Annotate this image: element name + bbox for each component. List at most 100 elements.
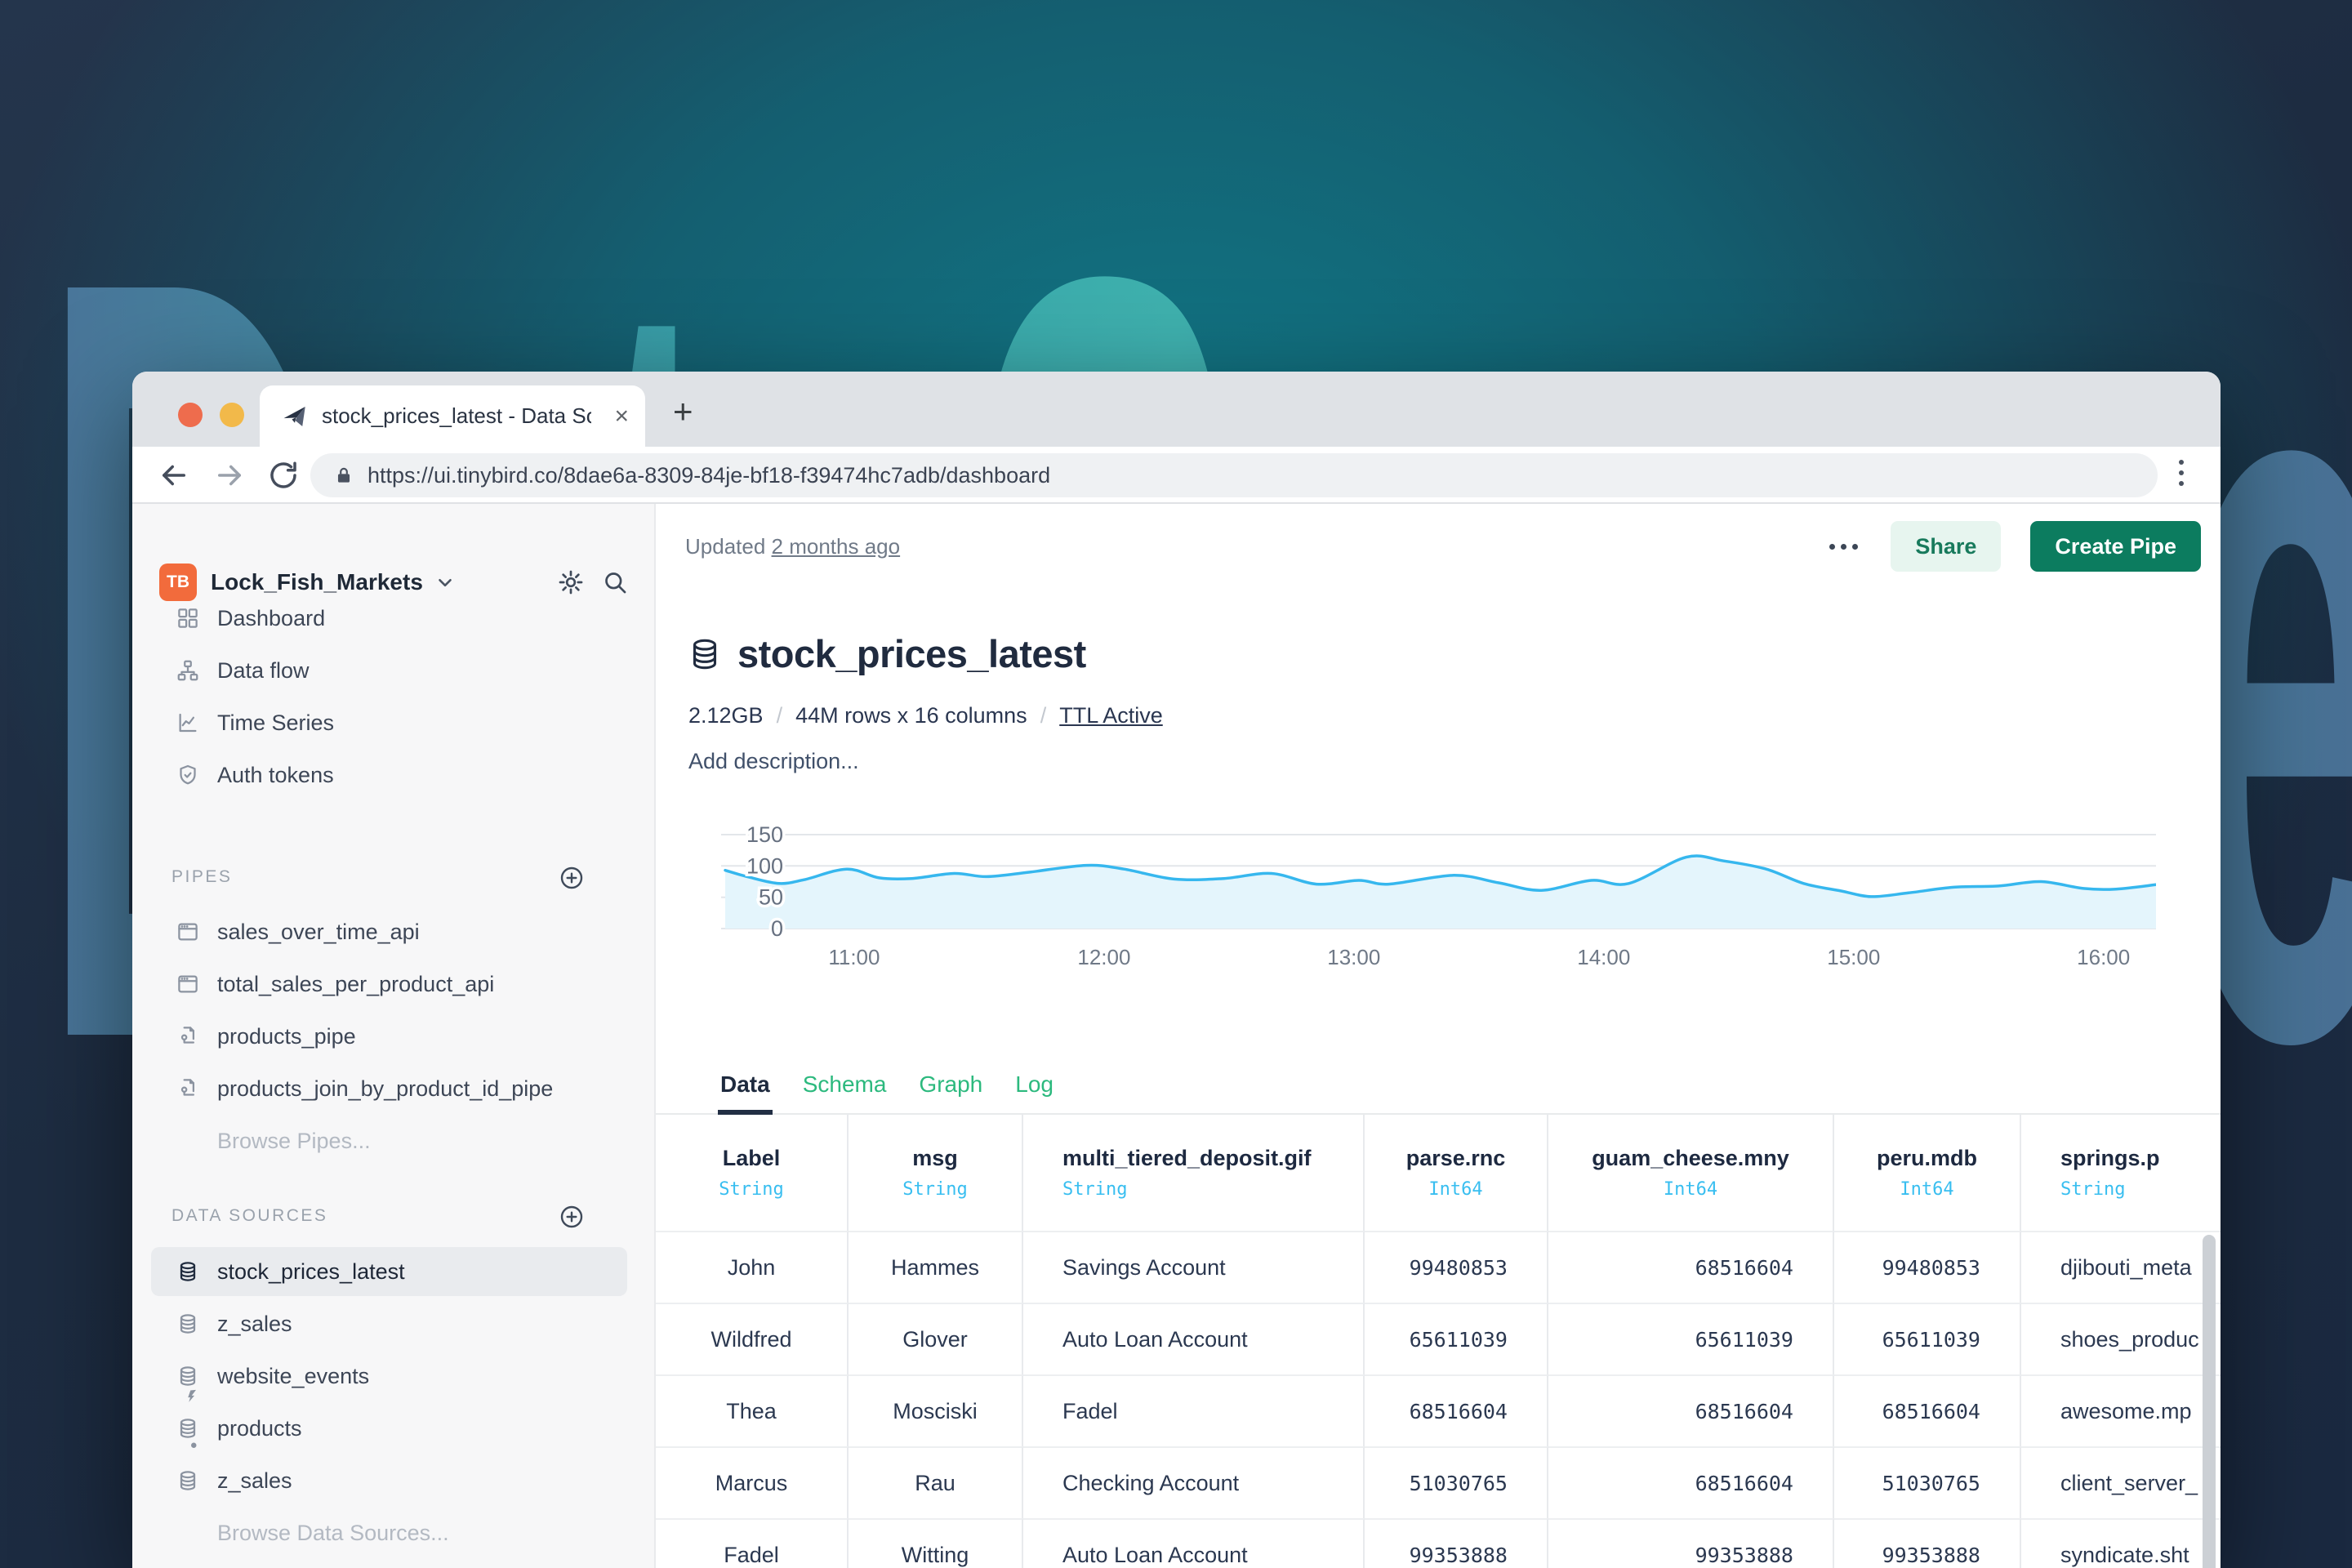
- sidebar-nav-Data flow[interactable]: Data flow: [132, 644, 654, 697]
- sidebar-item-label: website_events: [217, 1364, 369, 1389]
- refresh-icon[interactable]: [266, 458, 301, 492]
- updated-link[interactable]: 2 months ago: [772, 534, 901, 559]
- table-header-row: LabelStringmsgStringmulti_tiered_deposit…: [656, 1115, 2221, 1231]
- browse-pipes-link[interactable]: Browse Pipes...: [132, 1115, 654, 1167]
- table-cell: 68516604: [1548, 1446, 1834, 1518]
- ingestion-chart: 05010015011:0012:0013:0014:0015:0016:00: [685, 813, 2156, 976]
- sidebar-nav: Dashboard Data flow Time Series Auth tokens: [132, 592, 654, 801]
- table-cell: 68516604: [1548, 1374, 1834, 1446]
- table-cell: syndicate.sht: [2021, 1518, 2221, 1568]
- add-pipe-icon[interactable]: [559, 865, 585, 891]
- column-header-multi_tiered_deposit.gif[interactable]: multi_tiered_deposit.gifString: [1023, 1115, 1365, 1231]
- table-scrollbar[interactable]: [2203, 1235, 2216, 1568]
- close-window-button[interactable]: [178, 403, 203, 427]
- column-header-Label[interactable]: LabelString: [656, 1115, 849, 1231]
- sidebar-pipe-products_join_by_product_id_pipe[interactable]: products_join_by_product_id_pipe: [132, 1062, 654, 1115]
- svg-text:12:00: 12:00: [1077, 945, 1130, 969]
- tab-close-icon[interactable]: ×: [614, 404, 629, 429]
- tab-graph[interactable]: Graph: [916, 1056, 985, 1113]
- db-dot-icon: [176, 1416, 200, 1441]
- sidebar-nav-Time Series[interactable]: Time Series: [132, 697, 654, 749]
- detail-tabs: Data Schema Graph Log: [656, 1056, 2221, 1115]
- sidebar: TB Lock_Fish_Markets DashboardDat: [132, 504, 656, 1568]
- column-header-peru.mdb[interactable]: peru.mdbInt64: [1834, 1115, 2021, 1231]
- browser-tab[interactable]: stock_prices_latest - Data Sour ×: [260, 385, 645, 447]
- column-name: parse.rnc: [1406, 1146, 1506, 1171]
- table-cell: Checking Account: [1023, 1446, 1365, 1518]
- pipes-list: sales_over_time_apitotal_sales_per_produ…: [132, 906, 654, 1115]
- table-cell: 51030765: [1834, 1446, 2021, 1518]
- table-cell: 65611039: [1834, 1303, 2021, 1374]
- column-name: guam_cheese.mny: [1592, 1146, 1789, 1171]
- table-cell: client_server_: [2021, 1446, 2221, 1518]
- tab-data[interactable]: Data: [718, 1056, 773, 1113]
- sidebar-item-label: products_pipe: [217, 1024, 356, 1049]
- updated-prefix: Updated: [685, 534, 765, 559]
- database-icon: [687, 636, 723, 672]
- data-preview-table: LabelStringmsgStringmulti_tiered_deposit…: [656, 1115, 2221, 1568]
- sidebar-datasource-website_events[interactable]: website_events: [132, 1350, 654, 1402]
- more-options-icon[interactable]: [1826, 536, 1861, 558]
- sidebar-datasource-z_sales[interactable]: z_sales: [132, 1298, 654, 1350]
- table-row: WildfredGloverAuto Loan Account656110396…: [656, 1303, 2221, 1374]
- forward-icon[interactable]: [212, 458, 247, 492]
- sidebar-pipe-sales_over_time_api[interactable]: sales_over_time_api: [132, 906, 654, 958]
- sidebar-item-label: Time Series: [217, 710, 334, 736]
- ttl-status-link[interactable]: TTL Active: [1059, 703, 1163, 728]
- table-cell: 99353888: [1834, 1518, 2021, 1568]
- sidebar-datasource-stock_prices_latest[interactable]: stock_prices_latest: [132, 1245, 654, 1298]
- svg-text:0: 0: [771, 916, 783, 941]
- new-tab-button[interactable]: +: [673, 396, 693, 427]
- sidebar-item-label: Dashboard: [217, 606, 325, 631]
- sidebar-pipe-total_sales_per_product_api[interactable]: total_sales_per_product_api: [132, 958, 654, 1010]
- add-datasource-icon[interactable]: [559, 1204, 585, 1230]
- browser-window: stock_prices_latest - Data Sour × + http…: [132, 372, 2221, 1568]
- browse-datasources-link[interactable]: Browse Data Sources...: [132, 1507, 654, 1559]
- minimize-window-button[interactable]: [220, 403, 244, 427]
- table-cell: 99353888: [1365, 1518, 1548, 1568]
- svg-text:14:00: 14:00: [1577, 945, 1630, 969]
- db-icon: [176, 1259, 200, 1284]
- sidebar-item-label: z_sales: [217, 1468, 292, 1494]
- table-cell: 65611039: [1365, 1303, 1548, 1374]
- browser-menu-icon[interactable]: [2179, 460, 2184, 486]
- column-header-msg[interactable]: msgString: [849, 1115, 1023, 1231]
- grid-icon: [176, 606, 200, 630]
- share-button[interactable]: Share: [1891, 521, 2001, 572]
- sidebar-nav-Auth tokens[interactable]: Auth tokens: [132, 749, 654, 801]
- sidebar-pipe-products_pipe[interactable]: products_pipe: [132, 1010, 654, 1062]
- sidebar-datasource-products[interactable]: products: [132, 1402, 654, 1454]
- sidebar-item-label: products: [217, 1416, 302, 1441]
- endpoint-icon: [176, 920, 200, 944]
- sidebar-item-label: Auth tokens: [217, 763, 334, 788]
- column-header-springs.p[interactable]: springs.pString: [2021, 1115, 2221, 1231]
- create-pipe-button[interactable]: Create Pipe: [2030, 521, 2201, 572]
- tab-schema[interactable]: Schema: [800, 1056, 889, 1113]
- endpoint-icon: [176, 972, 200, 996]
- table-cell: 99353888: [1548, 1518, 1834, 1568]
- table-row: TheaMosciskiFadel68516604685166046851660…: [656, 1374, 2221, 1446]
- table-cell: 68516604: [1365, 1374, 1548, 1446]
- db-bolt-icon: [176, 1364, 200, 1388]
- add-description-field[interactable]: Add description...: [688, 749, 859, 774]
- table-cell: Hammes: [849, 1231, 1023, 1303]
- table-cell: Wildfred: [656, 1303, 849, 1374]
- sidebar-item-label: stock_prices_latest: [217, 1259, 405, 1285]
- column-header-parse.rnc[interactable]: parse.rncInt64: [1365, 1115, 1548, 1231]
- sidebar-datasource-z_sales[interactable]: z_sales: [132, 1454, 654, 1507]
- table-cell: 65611039: [1548, 1303, 1834, 1374]
- sidebar-nav-Dashboard[interactable]: Dashboard: [132, 592, 654, 644]
- tab-log[interactable]: Log: [1013, 1056, 1056, 1113]
- table-cell: Mosciski: [849, 1374, 1023, 1446]
- sidebar-item-label: Data flow: [217, 658, 310, 684]
- rows-columns-stat: 44M rows x 16 columns: [795, 703, 1027, 728]
- column-type: String: [2060, 1179, 2125, 1200]
- title-row: stock_prices_latest: [687, 631, 1086, 676]
- url-text: https://ui.tinybird.co/8dae6a-8309-84je-…: [368, 463, 1050, 488]
- back-icon[interactable]: [157, 458, 191, 492]
- table-cell: Rau: [849, 1446, 1023, 1518]
- desktop-background: DataSource stock_prices_latest - Data So…: [0, 0, 2352, 1568]
- svg-text:50: 50: [759, 885, 783, 910]
- column-header-guam_cheese.mny[interactable]: guam_cheese.mnyInt64: [1548, 1115, 1834, 1231]
- url-bar[interactable]: https://ui.tinybird.co/8dae6a-8309-84je-…: [310, 453, 2158, 497]
